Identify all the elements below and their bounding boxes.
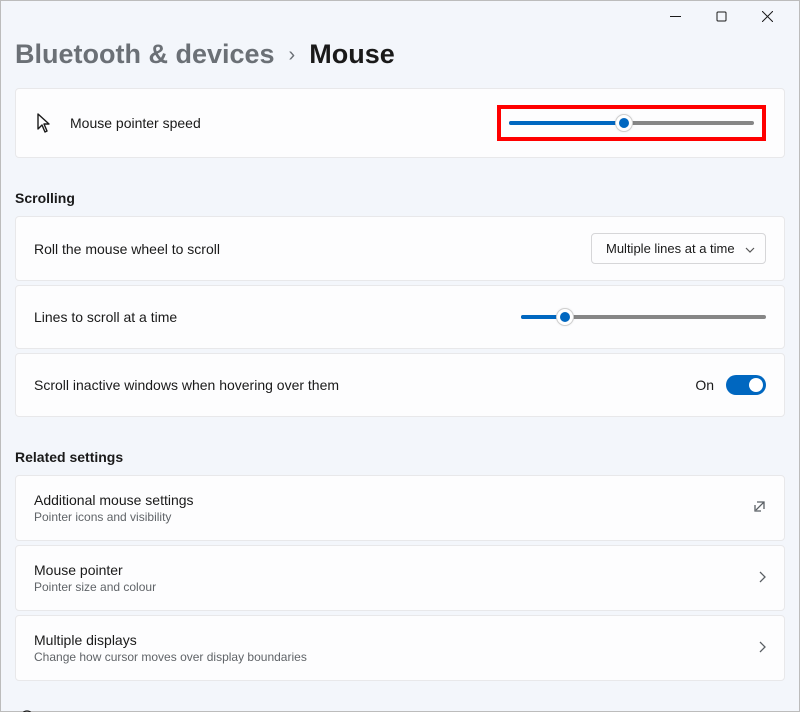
additional-sub: Pointer icons and visibility xyxy=(34,510,737,524)
maximize-button[interactable] xyxy=(707,2,735,30)
link-additional-mouse-settings[interactable]: Additional mouse settings Pointer icons … xyxy=(15,475,785,541)
chevron-right-icon xyxy=(758,570,766,586)
section-heading-scrolling: Scrolling xyxy=(15,162,785,216)
toggle-state-label: On xyxy=(695,377,714,393)
breadcrumb-parent[interactable]: Bluetooth & devices xyxy=(15,39,275,70)
roll-wheel-dropdown[interactable]: Multiple lines at a time xyxy=(591,233,766,264)
close-button[interactable] xyxy=(753,2,781,30)
displays-title: Multiple displays xyxy=(34,632,742,648)
cursor-icon xyxy=(34,113,54,133)
help-row: Get help xyxy=(15,685,785,712)
dropdown-selected: Multiple lines at a time xyxy=(606,241,735,256)
highlight-annotation xyxy=(497,105,766,141)
setting-roll-wheel: Roll the mouse wheel to scroll Multiple … xyxy=(15,216,785,281)
pointer-speed-label: Mouse pointer speed xyxy=(70,115,481,131)
roll-wheel-label: Roll the mouse wheel to scroll xyxy=(34,241,575,257)
slider-fill xyxy=(509,121,624,125)
link-mouse-pointer[interactable]: Mouse pointer Pointer size and colour xyxy=(15,545,785,611)
setting-lines-to-scroll: Lines to scroll at a time xyxy=(15,285,785,349)
lines-to-scroll-label: Lines to scroll at a time xyxy=(34,309,505,325)
pointer-speed-slider[interactable] xyxy=(509,113,754,133)
scroll-inactive-toggle[interactable] xyxy=(726,375,766,395)
additional-title: Additional mouse settings xyxy=(34,492,737,508)
section-heading-related: Related settings xyxy=(15,421,785,475)
pointer-title: Mouse pointer xyxy=(34,562,742,578)
chevron-down-icon xyxy=(745,241,755,256)
open-external-icon xyxy=(753,500,766,516)
setting-scroll-inactive: Scroll inactive windows when hovering ov… xyxy=(15,353,785,417)
window-titlebar xyxy=(1,1,799,31)
setting-pointer-speed: Mouse pointer speed xyxy=(15,88,785,158)
pointer-sub: Pointer size and colour xyxy=(34,580,742,594)
scroll-inactive-label: Scroll inactive windows when hovering ov… xyxy=(34,377,679,393)
link-multiple-displays[interactable]: Multiple displays Change how cursor move… xyxy=(15,615,785,681)
chevron-right-icon xyxy=(758,640,766,656)
breadcrumb-current: Mouse xyxy=(309,39,395,70)
minimize-button[interactable] xyxy=(661,2,689,30)
lines-to-scroll-slider[interactable] xyxy=(521,307,766,327)
slider-thumb[interactable] xyxy=(615,114,633,132)
chevron-right-icon: › xyxy=(289,44,296,67)
slider-thumb[interactable] xyxy=(556,308,574,326)
breadcrumb: Bluetooth & devices › Mouse xyxy=(15,31,785,88)
displays-sub: Change how cursor moves over display bou… xyxy=(34,650,742,664)
